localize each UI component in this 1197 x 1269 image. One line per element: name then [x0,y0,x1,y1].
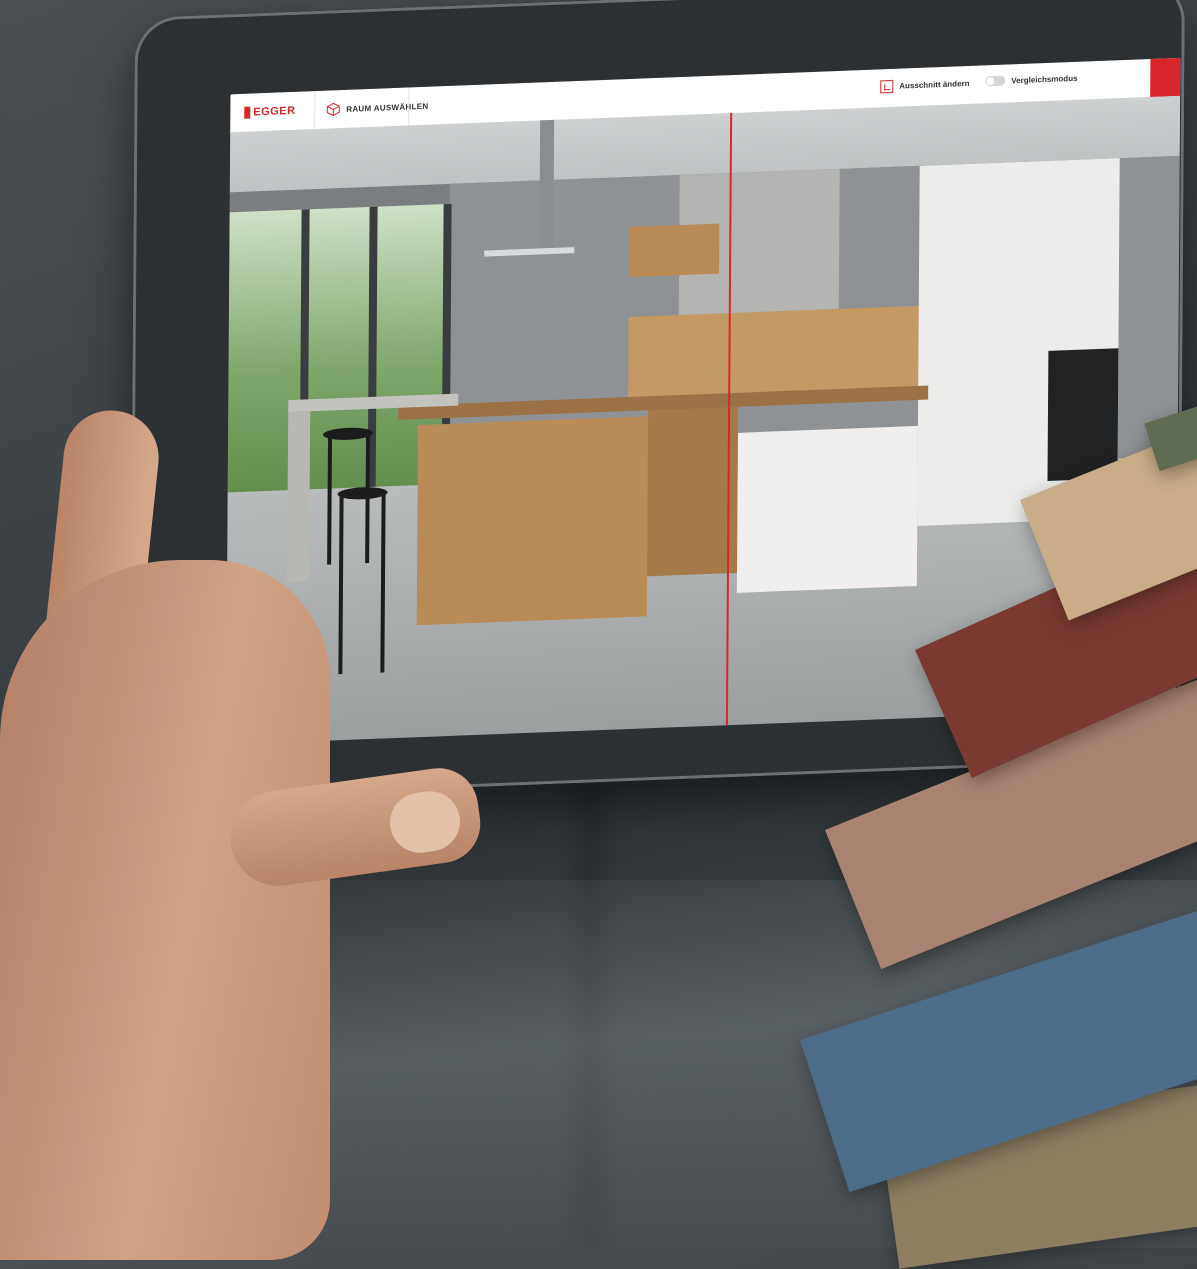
menu-button[interactable] [1150,57,1181,97]
garden-window [227,203,450,513]
toggle-knob [986,76,995,86]
range-hood [539,119,555,251]
hand [0,560,330,1260]
brand-logo[interactable]: EGGER [244,104,302,120]
lower-cabinets [736,425,918,593]
bar-leg [287,411,311,583]
kitchen-island [416,416,649,626]
compare-mode-label: Vergleichsmodus [1011,73,1078,85]
compare-mode-toggle[interactable]: Vergleichsmodus [985,73,1078,87]
oven [1047,348,1119,481]
header-divider [408,87,410,126]
toggle-switch[interactable] [985,75,1006,87]
crop-icon [880,79,894,94]
open-shelf [629,223,720,278]
cube-icon [326,102,340,116]
island-side [646,402,739,577]
room-select-button[interactable]: RAUM AUSWÄHLEN [326,97,428,119]
header-divider [314,91,316,130]
logo-mark [244,106,251,119]
change-crop-label: Ausschnitt ändern [899,78,970,91]
room-select-label: RAUM AUSWÄHLEN [346,101,429,114]
change-crop-button[interactable]: Ausschnitt ändern [880,77,970,94]
brand-name: EGGER [253,104,296,119]
